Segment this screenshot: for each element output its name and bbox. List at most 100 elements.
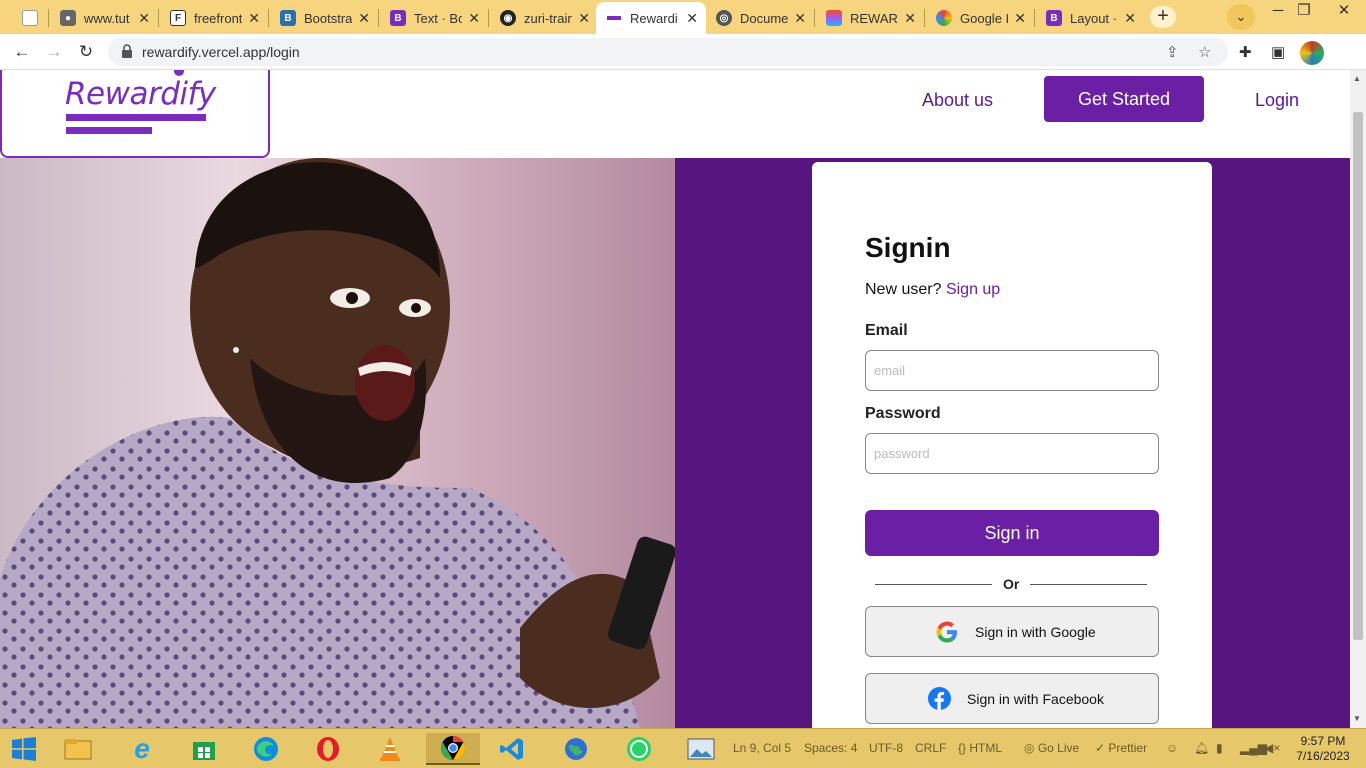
tab-title: Google I xyxy=(960,10,1008,26)
status-line-ending[interactable]: CRLF xyxy=(915,741,946,755)
battery-icon[interactable]: ▮ xyxy=(1216,741,1223,755)
facebook-signin-label: Sign in with Facebook xyxy=(967,691,1104,707)
close-icon[interactable]: ✕ xyxy=(686,10,698,27)
photos-icon[interactable] xyxy=(683,733,719,765)
page-scrollbar[interactable]: ▲ ▼ xyxy=(1350,70,1366,728)
tab-text-bootstrap[interactable]: B Text · Bo ✕ xyxy=(380,2,488,34)
scroll-down-icon[interactable]: ▼ xyxy=(1353,714,1361,723)
tab-document[interactable]: ◎ Docume ✕ xyxy=(706,2,814,34)
nav-login[interactable]: Login xyxy=(1255,90,1299,111)
divider-line xyxy=(875,584,992,585)
reload-button[interactable]: ↻ xyxy=(74,40,98,64)
facebook-signin-button[interactable]: Sign in with Facebook xyxy=(865,673,1159,724)
site-icon: ● xyxy=(60,10,76,26)
extensions-icon[interactable]: ✚ xyxy=(1239,43,1252,61)
file-explorer-icon[interactable] xyxy=(60,733,96,765)
start-button[interactable] xyxy=(6,733,42,765)
globe-app-icon[interactable] xyxy=(558,733,594,765)
tab-pinned[interactable] xyxy=(12,2,48,34)
tab-search-button[interactable]: ⌄ xyxy=(1227,4,1255,30)
scroll-thumb[interactable] xyxy=(1353,112,1363,640)
address-bar[interactable]: rewardify.vercel.app/login ⇪ ☆ xyxy=(108,38,1228,66)
hero-image xyxy=(0,158,675,728)
nav-about-us[interactable]: About us xyxy=(922,90,993,111)
close-icon[interactable]: ✕ xyxy=(468,10,480,27)
tab-reward-figma[interactable]: REWARD ✕ xyxy=(816,2,924,34)
scroll-up-icon[interactable]: ▲ xyxy=(1353,74,1361,83)
tab-google-lens[interactable]: Google I ✕ xyxy=(926,2,1034,34)
tab-layout[interactable]: B Layout · ✕ xyxy=(1036,2,1144,34)
google-icon xyxy=(936,621,957,643)
rewardify-icon xyxy=(606,10,622,26)
tab-separator xyxy=(1034,9,1035,27)
new-tab-button[interactable]: + xyxy=(1150,6,1176,28)
google-lens-icon xyxy=(936,10,952,26)
email-field[interactable] xyxy=(865,350,1159,391)
windows-logo-icon xyxy=(12,737,36,761)
side-panel-icon[interactable]: ▣ xyxy=(1271,43,1285,61)
status-go-live[interactable]: ◎ Go Live xyxy=(1024,741,1079,755)
tab-tutorial[interactable]: ● www.tut ✕ xyxy=(50,2,158,34)
status-language[interactable]: {} HTML xyxy=(958,741,1002,755)
password-field[interactable] xyxy=(865,433,1159,474)
get-started-button[interactable]: Get Started xyxy=(1044,76,1204,122)
status-cursor-position[interactable]: Ln 9, Col 5 xyxy=(733,741,791,755)
globe-icon: ◎ xyxy=(716,10,732,26)
windows-taskbar: e Ln 9, Col 5 Spaces: 4 UTF-8 CRLF {} HT… xyxy=(0,728,1366,768)
vlc-icon[interactable] xyxy=(372,733,408,765)
bookmark-star-icon[interactable]: ☆ xyxy=(1198,43,1211,61)
notification-bell-icon[interactable]: 🔔︎ xyxy=(1194,741,1209,755)
lock-icon xyxy=(122,44,132,58)
logo-underline xyxy=(66,114,206,121)
close-icon[interactable]: ✕ xyxy=(248,10,260,27)
restore-button[interactable]: ❐ xyxy=(1289,0,1319,34)
google-signin-label: Sign in with Google xyxy=(975,624,1096,640)
close-icon[interactable]: ✕ xyxy=(578,10,590,27)
facebook-icon xyxy=(927,686,952,711)
tab-title: Bootstra xyxy=(304,10,352,26)
share-icon[interactable]: ⇪ xyxy=(1166,43,1179,61)
back-button[interactable]: ← xyxy=(10,40,34,64)
profile-avatar[interactable] xyxy=(1300,41,1324,65)
google-signin-button[interactable]: Sign in with Google xyxy=(865,606,1159,657)
logo[interactable]: Rewardify xyxy=(0,70,270,158)
internet-explorer-icon[interactable]: e xyxy=(124,733,160,765)
close-icon[interactable]: ✕ xyxy=(358,10,370,27)
close-icon[interactable]: ✕ xyxy=(904,10,916,27)
tab-title: Text · Bo xyxy=(414,10,462,26)
tab-rewardify[interactable]: Rewardif ✕ xyxy=(596,2,706,34)
tab-title: REWARD xyxy=(850,10,898,26)
whatsapp-icon[interactable] xyxy=(621,733,657,765)
opera-icon[interactable] xyxy=(310,733,346,765)
feedback-icon[interactable]: ☺ xyxy=(1166,741,1178,755)
tab-bootstrap[interactable]: B Bootstra ✕ xyxy=(270,2,378,34)
tab-freefront[interactable]: F freefront ✕ xyxy=(160,2,268,34)
signin-button[interactable]: Sign in xyxy=(865,510,1159,556)
volume-muted-icon[interactable]: ◀× xyxy=(1264,741,1280,755)
signin-card: Signin New user? Sign up Email Password … xyxy=(812,162,1212,728)
new-user-text: New user? Sign up xyxy=(865,281,1000,299)
close-icon[interactable]: ✕ xyxy=(138,10,150,27)
forward-button[interactable]: → xyxy=(42,40,66,64)
window-close-button[interactable]: ✕ xyxy=(1322,0,1366,34)
close-icon[interactable]: ✕ xyxy=(1124,10,1136,27)
divider-line xyxy=(1030,584,1147,585)
new-user-label: New user? xyxy=(865,281,942,298)
close-icon[interactable]: ✕ xyxy=(1014,10,1026,27)
status-prettier[interactable]: ✓ Prettier xyxy=(1095,741,1147,755)
status-encoding[interactable]: UTF-8 xyxy=(869,741,903,755)
chrome-icon[interactable] xyxy=(426,733,480,765)
vscode-icon[interactable] xyxy=(494,733,530,765)
system-clock[interactable]: 9:57 PM 7/16/2023 xyxy=(1288,734,1358,764)
edge-icon[interactable] xyxy=(248,733,284,765)
tab-zuri-training[interactable]: ◉ zuri-train ✕ xyxy=(490,2,598,34)
store-icon[interactable] xyxy=(186,733,222,765)
tab-title: Rewardif xyxy=(630,10,678,26)
signup-link[interactable]: Sign up xyxy=(946,281,1000,298)
status-indentation[interactable]: Spaces: 4 xyxy=(804,741,857,755)
tab-title: Docume xyxy=(740,10,788,26)
status-prettier-label: Prettier xyxy=(1108,741,1148,755)
close-icon[interactable]: ✕ xyxy=(794,10,806,27)
url-text[interactable]: rewardify.vercel.app/login xyxy=(142,44,300,60)
wifi-signal-icon[interactable]: ▂▄▆ xyxy=(1240,741,1267,755)
